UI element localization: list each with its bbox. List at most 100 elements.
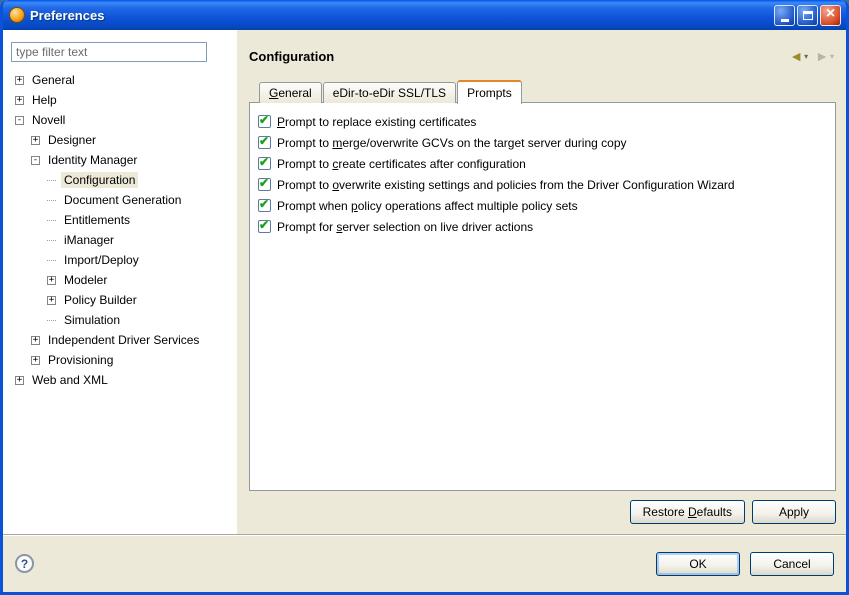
- prompt-option-label: Prompt to create certificates after conf…: [277, 157, 526, 171]
- close-icon: ×: [826, 6, 835, 22]
- tree-item-label: Document Generation: [61, 192, 184, 208]
- prompt-option-row[interactable]: Prompt to create certificates after conf…: [258, 153, 827, 174]
- apply-button[interactable]: Apply: [752, 500, 836, 524]
- maximize-button[interactable]: [797, 5, 818, 26]
- back-dropdown-caret-icon: ▾: [804, 52, 808, 61]
- expand-icon[interactable]: +: [15, 376, 24, 385]
- prompt-option-row[interactable]: Prompt to merge/overwrite GCVs on the ta…: [258, 132, 827, 153]
- help-button[interactable]: ?: [15, 554, 34, 573]
- close-button[interactable]: ×: [820, 5, 841, 26]
- expand-icon[interactable]: +: [47, 296, 56, 305]
- tree-item[interactable]: + Independent Driver Services: [11, 330, 229, 350]
- tree-item-label: Help: [29, 92, 60, 108]
- tree-item[interactable]: Configuration: [11, 170, 229, 190]
- tree-item-label: Modeler: [61, 272, 110, 288]
- prompts-panel: Prompt to replace existing certificates …: [249, 102, 836, 491]
- tree-item-label: Simulation: [61, 312, 123, 328]
- prompt-option-row[interactable]: Prompt to replace existing certificates: [258, 111, 827, 132]
- tree-item[interactable]: Import/Deploy: [11, 250, 229, 270]
- tree-connector: [47, 180, 56, 181]
- checkbox-checked-icon[interactable]: [258, 115, 271, 128]
- tree-item-label: Independent Driver Services: [45, 332, 202, 348]
- left-pane: + General + Help - Novell + Designer - I…: [3, 30, 237, 534]
- collapse-icon[interactable]: -: [15, 116, 24, 125]
- prompt-option-row[interactable]: Prompt for server selection on live driv…: [258, 216, 827, 237]
- main-area: + General + Help - Novell + Designer - I…: [3, 30, 846, 534]
- tree-item[interactable]: + Modeler: [11, 270, 229, 290]
- content-header: Configuration ◄ ▾ ► ▾: [249, 44, 836, 68]
- expand-icon[interactable]: +: [31, 136, 40, 145]
- tree-item[interactable]: + Help: [11, 90, 229, 110]
- tree-item[interactable]: + General: [11, 70, 229, 90]
- tab-label: Prompts: [467, 86, 512, 100]
- back-button[interactable]: ◄ ▾: [787, 48, 810, 64]
- tree-item[interactable]: Document Generation: [11, 190, 229, 210]
- tree-item[interactable]: + Provisioning: [11, 350, 229, 370]
- forward-button[interactable]: ► ▾: [813, 48, 836, 64]
- expand-icon[interactable]: +: [15, 96, 24, 105]
- tree-connector: [47, 200, 56, 201]
- tab-label: General: [269, 86, 312, 100]
- tree-item-label: Designer: [45, 132, 99, 148]
- filter-input[interactable]: [11, 42, 207, 62]
- tree-item[interactable]: + Designer: [11, 130, 229, 150]
- tree-item-label: Import/Deploy: [61, 252, 142, 268]
- tree-item[interactable]: Simulation: [11, 310, 229, 330]
- tree-connector: [47, 220, 56, 221]
- tree-item-label: Configuration: [61, 172, 138, 188]
- expand-icon[interactable]: +: [15, 76, 24, 85]
- bottom-bar: ? OK Cancel: [3, 534, 846, 592]
- minimize-icon: [781, 19, 789, 22]
- minimize-button[interactable]: [774, 5, 795, 26]
- checkbox-checked-icon[interactable]: [258, 199, 271, 212]
- prompt-option-label: Prompt to merge/overwrite GCVs on the ta…: [277, 136, 627, 150]
- ok-button[interactable]: OK: [656, 552, 740, 576]
- tree-item-label: Provisioning: [45, 352, 116, 368]
- tab-prompts[interactable]: Prompts: [457, 80, 522, 104]
- tree-item[interactable]: - Novell: [11, 110, 229, 130]
- maximize-icon: [803, 11, 813, 20]
- tab-general[interactable]: General: [259, 82, 322, 103]
- right-pane: Configuration ◄ ▾ ► ▾ General eDir-to-eD…: [237, 30, 846, 534]
- preferences-window: Preferences × + General + Help - Novell …: [0, 0, 849, 595]
- tree-connector: [47, 240, 56, 241]
- tree-item[interactable]: + Policy Builder: [11, 290, 229, 310]
- prompt-option-label: Prompt to overwrite existing settings an…: [277, 178, 735, 192]
- checkbox-checked-icon[interactable]: [258, 220, 271, 233]
- window-title: Preferences: [30, 8, 772, 23]
- tree-item[interactable]: iManager: [11, 230, 229, 250]
- prompt-option-row[interactable]: Prompt when policy operations affect mul…: [258, 195, 827, 216]
- tree-item[interactable]: + Web and XML: [11, 370, 229, 390]
- tree-item-label: Web and XML: [29, 372, 111, 388]
- collapse-icon[interactable]: -: [31, 156, 40, 165]
- tab-edir-to-edir-ssl-tls[interactable]: eDir-to-eDir SSL/TLS: [323, 82, 456, 103]
- expand-icon[interactable]: +: [31, 356, 40, 365]
- checkbox-checked-icon[interactable]: [258, 157, 271, 170]
- tree-connector: [47, 260, 56, 261]
- expand-icon[interactable]: +: [31, 336, 40, 345]
- expand-icon[interactable]: +: [47, 276, 56, 285]
- tree-connector: [47, 320, 56, 321]
- prompt-list: Prompt to replace existing certificates …: [258, 111, 827, 237]
- forward-icon: ►: [815, 49, 829, 63]
- cancel-button[interactable]: Cancel: [750, 552, 834, 576]
- tree-item[interactable]: - Identity Manager: [11, 150, 229, 170]
- forward-dropdown-caret-icon: ▾: [830, 52, 834, 61]
- tab-bar: General eDir-to-eDir SSL/TLS Prompts: [249, 80, 836, 103]
- prompt-option-row[interactable]: Prompt to overwrite existing settings an…: [258, 174, 827, 195]
- restore-defaults-button[interactable]: Restore Defaults: [630, 500, 745, 524]
- tree-item-label: Policy Builder: [61, 292, 140, 308]
- prompt-option-label: Prompt for server selection on live driv…: [277, 220, 533, 234]
- prompt-option-label: Prompt when policy operations affect mul…: [277, 199, 578, 213]
- back-icon: ◄: [789, 49, 803, 63]
- tree-item[interactable]: Entitlements: [11, 210, 229, 230]
- tree-item-label: iManager: [61, 232, 117, 248]
- tree-item-label: Identity Manager: [45, 152, 140, 168]
- tree-item-label: Novell: [29, 112, 68, 128]
- checkbox-checked-icon[interactable]: [258, 136, 271, 149]
- preferences-tree: + General + Help - Novell + Designer - I…: [11, 70, 229, 390]
- titlebar: Preferences ×: [3, 0, 846, 30]
- checkbox-checked-icon[interactable]: [258, 178, 271, 191]
- app-icon: [9, 7, 25, 23]
- tree-item-label: General: [29, 72, 78, 88]
